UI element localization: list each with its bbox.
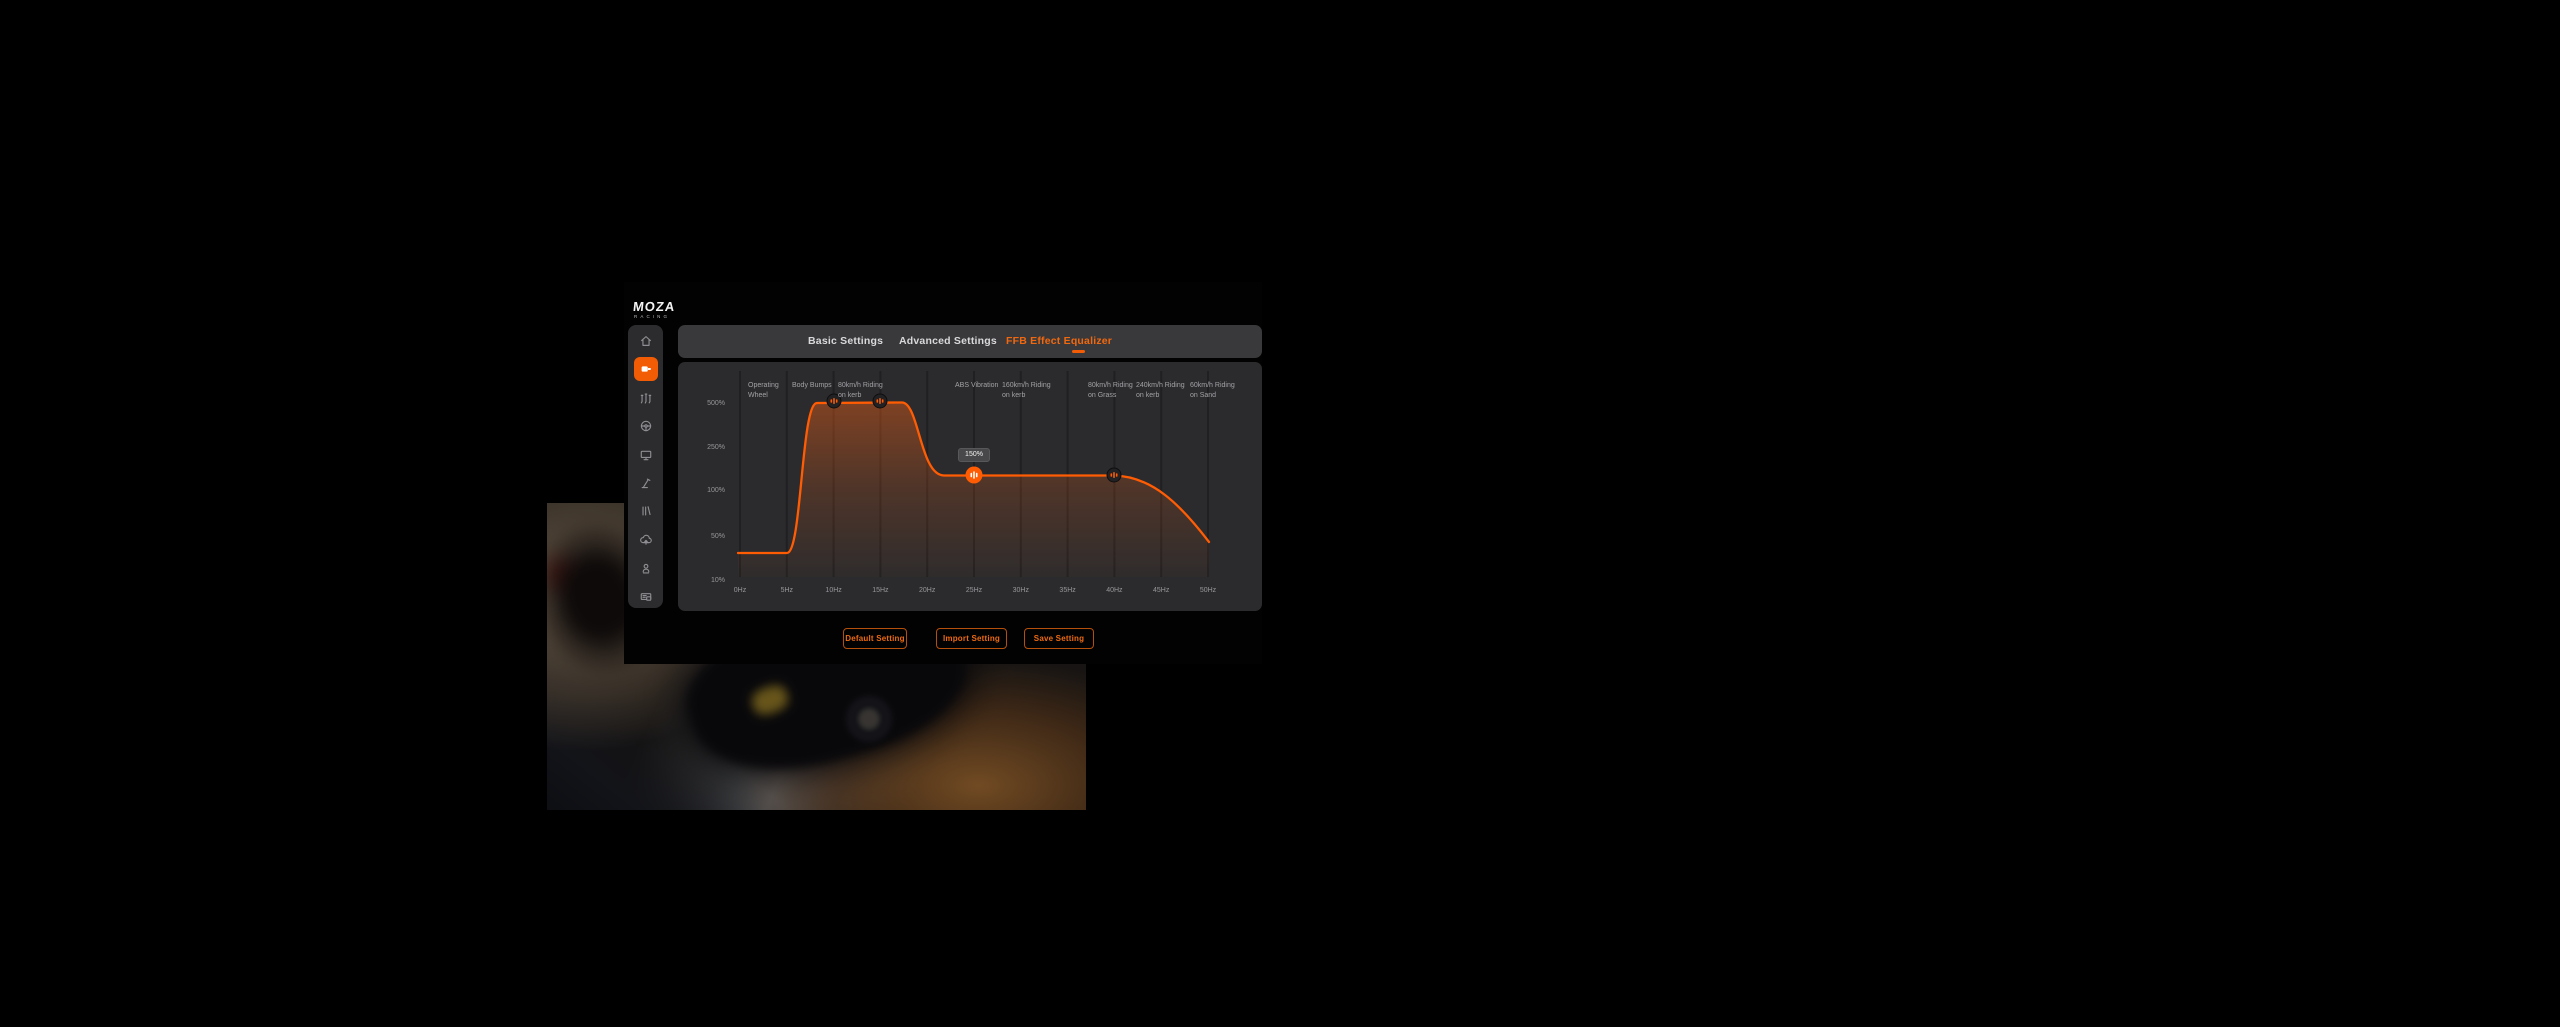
band-label: Operating Wheel: [748, 382, 779, 399]
footer-button-row: Default Setting Import Setting Save Settin…: [678, 628, 1262, 649]
handle-tooltip: 150%: [958, 448, 990, 462]
band-label: Body Bumps: [792, 382, 832, 389]
sidebar-item-home[interactable]: [634, 329, 658, 353]
sidebar-item-steering-wheel[interactable]: [634, 414, 658, 438]
wheelbase-icon: [641, 366, 651, 373]
vibration-icon: [1110, 473, 1113, 477]
import-setting-button[interactable]: Import Setting: [936, 628, 1007, 649]
band-label: ABS Vibration: [955, 382, 999, 389]
sidebar-item-handbrake[interactable]: [634, 471, 658, 495]
y-axis-tick: 10%: [710, 577, 725, 584]
account-icon: [642, 563, 649, 574]
pedals-icon: [640, 393, 651, 404]
home-icon: [640, 336, 651, 346]
sidebar-item-library[interactable]: [634, 499, 658, 523]
sidebar-item-wheelbase[interactable]: [633, 357, 658, 382]
y-axis-tick: 50%: [710, 533, 725, 540]
cloud-upload-icon: [639, 534, 652, 545]
drag-handle-active[interactable]: [965, 466, 983, 484]
vibration-icon: [1113, 472, 1115, 478]
band-label: 160km/h Riding on kerb: [1002, 382, 1051, 399]
sidebar-item-pedals[interactable]: [634, 386, 658, 410]
x-axis-tick: 25Hz: [965, 587, 983, 594]
device-status-icon: [640, 592, 651, 601]
sidebar-item-account[interactable]: [634, 556, 658, 580]
x-axis-tick: 20Hz: [919, 587, 936, 594]
x-axis-tick: 15Hz: [872, 587, 889, 594]
active-tab-underline: [1072, 350, 1085, 353]
library-icon: [641, 506, 651, 516]
default-setting-button[interactable]: Default Setting: [843, 628, 907, 649]
handbrake-icon: [641, 478, 650, 489]
monitor-icon: [640, 450, 651, 460]
y-axis-tick: 100%: [707, 487, 725, 494]
x-axis-tick: 35Hz: [1059, 587, 1076, 594]
band-label: 240km/h Riding on kerb: [1136, 382, 1185, 399]
x-axis-tick: 45Hz: [1153, 587, 1170, 594]
sidebar: [628, 325, 663, 608]
logo-sub-text: RACING: [634, 314, 671, 319]
logo-brand-text: MOZA: [632, 299, 677, 314]
vibration-icon: [973, 471, 975, 479]
sidebar-item-display[interactable]: [634, 443, 658, 467]
tab-advanced-settings[interactable]: Advanced Settings: [899, 325, 997, 358]
x-axis-tick: 5Hz: [780, 587, 794, 594]
band-label: 60km/h Riding on Sand: [1190, 382, 1235, 399]
vibration-icon: [833, 398, 835, 404]
settings-tabbar: Basic Settings Advanced Settings FFB Effec…: [678, 325, 1262, 358]
sidebar-item-device-status[interactable]: [634, 585, 658, 609]
save-setting-button[interactable]: Save Setting: [1024, 628, 1094, 649]
vibration-icon: [830, 399, 833, 403]
desktop: MOZA RACING Basic Settings Advanced Sett…: [0, 0, 2560, 1027]
drag-handle[interactable]: [1106, 467, 1122, 483]
band-label: 80km/h Riding on kerb: [838, 382, 883, 399]
tab-basic-settings[interactable]: Basic Settings: [808, 325, 883, 358]
y-axis-tick: 250%: [707, 444, 725, 451]
moza-logo: MOZA RACING: [632, 299, 703, 321]
steering-wheel-icon: [640, 420, 651, 432]
vibration-icon: [1115, 473, 1118, 477]
tab-ffb-effect-equalizer[interactable]: FFB Effect Equalizer: [1006, 325, 1112, 358]
ffb-equalizer-panel: 150% Operating Wheel Body Bumps 80km/h Ridi…: [678, 362, 1262, 611]
vibration-icon: [975, 472, 978, 478]
x-axis-tick: 50Hz: [1199, 587, 1217, 594]
vibration-icon: [970, 472, 973, 478]
y-axis-tick: 500%: [707, 400, 725, 407]
band-label: 80km/h Riding on Grass: [1088, 382, 1133, 399]
sidebar-item-cloud-upload[interactable]: [634, 528, 658, 552]
x-axis-tick: 0Hz: [733, 587, 747, 594]
x-axis-tick: 40Hz: [1106, 587, 1123, 594]
x-axis-tick: 10Hz: [825, 587, 842, 594]
x-axis-tick: 30Hz: [1012, 587, 1029, 594]
